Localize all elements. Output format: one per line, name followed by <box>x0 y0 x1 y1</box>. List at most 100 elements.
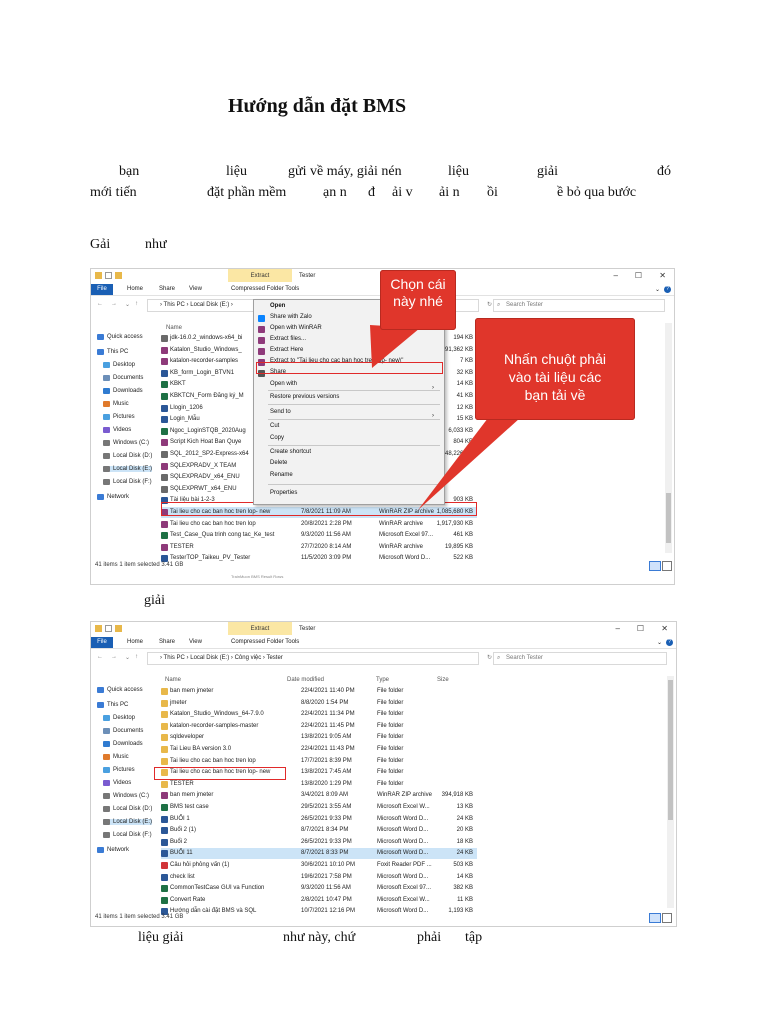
sidebar-item[interactable]: Desktop <box>103 715 135 721</box>
list-item[interactable]: TESTER 13/8/2020 1:29 PM File folder <box>161 779 477 790</box>
recent-icon[interactable]: ⌄ <box>125 654 130 661</box>
list-item[interactable]: Test_Case_Qua trinh cong tac_Ke_test 9/3/… <box>161 530 477 541</box>
context-menu-item[interactable]: Open with <box>270 381 297 387</box>
list-item[interactable]: Buổi 2 (1) 8/7/2021 8:34 PM Microsoft Word… <box>161 825 477 836</box>
sidebar-item[interactable]: Documents <box>103 728 143 734</box>
address-bar[interactable]: › This PC › Local Disk (E:) › Công việc … <box>147 652 479 665</box>
tab-extract[interactable]: Extract <box>228 622 292 635</box>
help-icon[interactable]: ? <box>664 286 671 293</box>
sidebar-item[interactable]: Downloads <box>103 741 143 747</box>
tab-home[interactable]: Home <box>127 639 143 645</box>
context-menu-item[interactable]: Send to <box>270 409 291 415</box>
context-menu-item[interactable]: Rename <box>270 472 293 478</box>
details-view-icon[interactable] <box>649 913 661 923</box>
list-item[interactable]: Hướng dẫn cài đặt BMS và SQL 10/7/2021 12… <box>161 906 477 917</box>
sidebar-item[interactable]: Local Disk (F:) <box>103 479 152 485</box>
context-menu-item[interactable]: Cut <box>270 423 279 429</box>
list-item[interactable]: check list 19/6/2021 7:58 PM Microsoft Wor… <box>161 872 477 883</box>
tab-compressed-folder-tools[interactable]: Compressed Folder Tools <box>231 286 299 292</box>
tab-extract[interactable]: Extract <box>228 269 292 282</box>
column-name[interactable]: Name <box>165 677 181 683</box>
sidebar-item[interactable]: Music <box>103 401 129 407</box>
expand-ribbon-icon[interactable]: ⌄ <box>655 286 660 293</box>
sidebar-item[interactable]: Quick access <box>97 334 143 340</box>
context-menu-item[interactable]: Create shortcut <box>270 449 311 455</box>
sidebar-item[interactable]: Network <box>97 847 129 853</box>
forward-icon[interactable]: → <box>111 654 117 660</box>
quick-access-toolbar[interactable] <box>95 272 122 279</box>
close-icon[interactable]: ✕ <box>659 271 666 280</box>
vertical-scrollbar[interactable] <box>665 323 672 553</box>
context-menu-item[interactable]: Copy <box>270 435 284 441</box>
tab-compressed-folder-tools[interactable]: Compressed Folder Tools <box>231 639 299 645</box>
refresh-icon[interactable]: ↻ <box>487 654 492 661</box>
folder-icon[interactable] <box>95 272 102 279</box>
expand-ribbon-icon[interactable]: ⌄ <box>657 639 662 646</box>
sidebar-item[interactable]: Local Disk (D:) <box>103 453 152 459</box>
column-size[interactable]: Size <box>437 677 449 683</box>
sidebar-item[interactable]: This PC <box>97 349 128 355</box>
maximize-icon[interactable]: ☐ <box>637 624 644 633</box>
sidebar-item[interactable]: Windows (C:) <box>103 793 149 799</box>
sidebar-item[interactable]: Pictures <box>103 414 135 420</box>
list-item[interactable]: Katalon_Studio_Windows_64-7.9.0 22/4/2021… <box>161 709 477 720</box>
sidebar-item[interactable]: Desktop <box>103 362 135 368</box>
sidebar-item[interactable]: Pictures <box>103 767 135 773</box>
list-item[interactable]: ban mem jmeter 3/4/2021 8:09 AM WinRAR ZIP… <box>161 790 477 801</box>
sidebar-item[interactable]: Documents <box>103 375 143 381</box>
sidebar-item[interactable]: Local Disk (E:) <box>103 466 153 472</box>
sidebar-item[interactable]: Videos <box>103 427 131 433</box>
context-menu-item[interactable]: Extract files... <box>270 336 306 342</box>
sidebar-item[interactable]: Videos <box>103 780 131 786</box>
column-date-modified[interactable]: Date modified <box>287 677 324 683</box>
properties-icon[interactable] <box>105 625 112 632</box>
sidebar-item[interactable]: Music <box>103 754 129 760</box>
tab-home[interactable]: Home <box>127 286 143 292</box>
tab-file[interactable]: File <box>91 637 113 648</box>
tab-file[interactable]: File <box>91 284 113 295</box>
sidebar-item[interactable]: Network <box>97 494 129 500</box>
back-icon[interactable]: ← <box>97 654 103 660</box>
list-item[interactable]: ban mem jmeter 22/4/2021 11:40 PM File fol… <box>161 686 477 697</box>
maximize-icon[interactable]: ☐ <box>635 271 642 280</box>
folder-icon[interactable] <box>95 625 102 632</box>
minimize-icon[interactable]: – <box>616 624 620 633</box>
sidebar-item[interactable]: Windows (C:) <box>103 440 149 446</box>
list-item[interactable]: jmeter 8/8/2020 1:54 PM File folder <box>161 698 477 709</box>
list-item[interactable]: BUỔI 1 26/5/2021 9:33 PM Microsoft Word D.… <box>161 814 477 825</box>
context-menu-item[interactable]: Delete <box>270 460 287 466</box>
search-input[interactable]: Search Tester ⌕ <box>493 299 665 312</box>
list-item[interactable]: katalon-recorder-samples-master 22/4/2021… <box>161 721 477 732</box>
sidebar-item[interactable]: Local Disk (E:) <box>103 819 153 825</box>
minimize-icon[interactable]: – <box>614 271 618 280</box>
forward-icon[interactable]: → <box>111 301 117 307</box>
list-item[interactable]: Tai lieu cho cac ban hoc tren lop 20/8/20… <box>161 519 477 530</box>
close-icon[interactable]: ✕ <box>661 624 668 633</box>
context-menu-item[interactable]: Open <box>270 303 285 309</box>
new-folder-icon[interactable] <box>115 272 122 279</box>
up-icon[interactable]: ↑ <box>135 301 138 307</box>
new-folder-icon[interactable] <box>115 625 122 632</box>
sidebar-item[interactable]: Local Disk (F:) <box>103 832 152 838</box>
details-view-icon[interactable] <box>649 561 661 571</box>
sidebar-item[interactable]: Quick access <box>97 687 143 693</box>
recent-icon[interactable]: ⌄ <box>125 301 130 308</box>
list-item[interactable]: CommonTestCase GUI va Function 9/3/2020 1… <box>161 883 477 894</box>
list-item[interactable]: BMS test case 29/5/2021 3:55 AM Microsoft … <box>161 802 477 813</box>
scroll-thumb[interactable] <box>668 680 673 820</box>
tab-share[interactable]: Share <box>159 286 175 292</box>
list-item[interactable]: Buổi 2 26/5/2021 9:33 PM Microsoft Word D.… <box>161 837 477 848</box>
sidebar-item[interactable]: Downloads <box>103 388 143 394</box>
help-icon[interactable]: ? <box>666 639 673 646</box>
list-item[interactable]: Tai Lieu BA version 3.0 22/4/2021 11:43 P… <box>161 744 477 755</box>
context-menu-item[interactable]: Extract Here <box>270 347 303 353</box>
scroll-thumb[interactable] <box>666 493 671 543</box>
list-item[interactable]: Câu hỏi phỏng vấn (1) 30/6/2021 10:10 PM F… <box>161 860 477 871</box>
refresh-icon[interactable]: ↻ <box>487 301 492 308</box>
properties-icon[interactable] <box>105 272 112 279</box>
vertical-scrollbar[interactable] <box>667 676 674 908</box>
list-item[interactable]: Convert Rate 2/8/2021 10:47 PM Microsoft E… <box>161 895 477 906</box>
up-icon[interactable]: ↑ <box>135 654 138 660</box>
list-item[interactable]: TesterTOP_Taikeu_PV_Tester 11/5/2020 3:09… <box>161 553 477 564</box>
sidebar-item[interactable]: Local Disk (D:) <box>103 806 152 812</box>
